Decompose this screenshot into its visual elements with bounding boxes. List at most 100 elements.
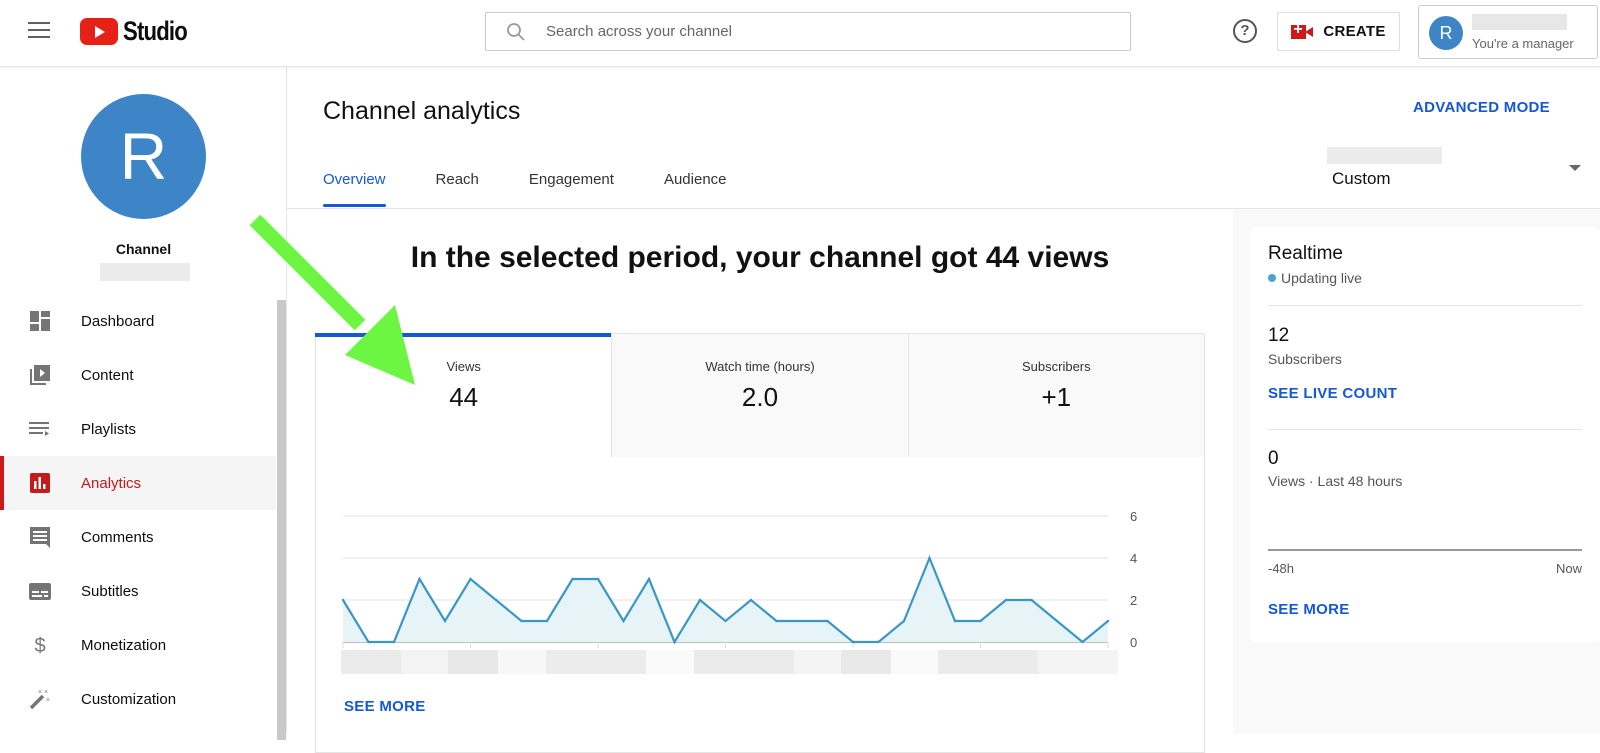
search-icon xyxy=(507,22,525,41)
youtube-logo-icon xyxy=(80,18,118,45)
x-label-redacted xyxy=(841,650,891,674)
divider xyxy=(1268,305,1582,306)
x-label-redacted xyxy=(498,650,548,674)
menu-icon[interactable] xyxy=(28,22,50,40)
realtime-status-text: Updating live xyxy=(1281,270,1362,286)
date-range-dropdown[interactable]: Custom xyxy=(1327,147,1587,195)
data-point xyxy=(494,598,498,602)
data-point xyxy=(520,619,523,623)
sidebar-item-label: Dashboard xyxy=(81,312,155,330)
data-point xyxy=(979,619,982,623)
data-point xyxy=(622,619,625,623)
data-point xyxy=(673,640,676,644)
data-point xyxy=(953,619,957,623)
sidebar-item-customization[interactable]: × × × Customization xyxy=(0,672,276,726)
x-label-redacted xyxy=(341,650,401,674)
sidebar-item-label: Monetization xyxy=(81,636,167,654)
metric-value: +1 xyxy=(1041,382,1072,412)
create-label: CREATE xyxy=(1323,23,1386,40)
subtitles-icon xyxy=(29,580,51,602)
data-point xyxy=(1055,619,1059,623)
data-point xyxy=(392,640,396,644)
see-more-button[interactable]: SEE MORE xyxy=(344,698,426,715)
data-point xyxy=(826,619,829,623)
tab-engagement[interactable]: Engagement xyxy=(529,167,614,207)
account-button[interactable]: R You're a manager xyxy=(1418,5,1598,59)
analytics-icon xyxy=(29,472,51,494)
data-point xyxy=(367,640,370,644)
data-point xyxy=(1030,598,1033,602)
sidebar-item-analytics[interactable]: Analytics xyxy=(0,456,276,510)
data-point xyxy=(647,577,651,581)
account-avatar: R xyxy=(1429,16,1463,50)
search-input[interactable] xyxy=(546,23,1106,40)
data-point xyxy=(902,619,906,623)
data-point xyxy=(698,598,702,602)
sidebar-item-label: Customization xyxy=(81,690,177,708)
see-live-count-link[interactable]: SEE LIVE COUNT xyxy=(1268,385,1397,402)
account-name-redacted xyxy=(1472,14,1567,30)
create-button[interactable]: CREATE xyxy=(1277,12,1400,51)
metric-views[interactable]: Views 44 xyxy=(314,333,613,457)
sidebar-item-label: Comments xyxy=(81,528,154,546)
dollar-icon: $ xyxy=(29,634,51,656)
realtime-status: Updating live xyxy=(1268,270,1362,286)
y-tick-label: 2 xyxy=(1130,593,1137,608)
live-dot-icon xyxy=(1268,274,1276,282)
data-point xyxy=(749,598,753,602)
svg-text:× ×: × × xyxy=(38,689,48,696)
realtime-views-label: Views · Last 48 hours xyxy=(1268,473,1403,489)
date-range-value: Custom xyxy=(1332,169,1391,188)
data-point xyxy=(469,577,472,581)
sidebar-item-content[interactable]: Content xyxy=(0,348,276,402)
sidebar-item-monetization[interactable]: $ Monetization xyxy=(0,618,276,672)
metric-value: 2.0 xyxy=(741,382,779,412)
data-point xyxy=(1081,640,1084,644)
sidebar-scrollbar[interactable] xyxy=(277,300,286,740)
dashboard-icon xyxy=(29,310,51,332)
tab-reach[interactable]: Reach xyxy=(436,167,479,207)
data-point xyxy=(1004,598,1008,602)
data-point xyxy=(545,619,549,623)
studio-logo[interactable]: Studio xyxy=(80,16,201,47)
x-label-redacted xyxy=(891,650,941,674)
sidebar-item-playlists[interactable]: Playlists xyxy=(0,402,276,456)
advanced-mode-link[interactable]: ADVANCED MODE xyxy=(1413,99,1550,116)
y-tick-label: 0 xyxy=(1130,635,1137,650)
x-label-redacted xyxy=(794,650,844,674)
tab-audience[interactable]: Audience xyxy=(664,167,727,207)
realtime-views-value: 0 xyxy=(1268,448,1279,469)
realtime-axis-start: -48h xyxy=(1268,561,1295,576)
top-bar: Studio ? CREATE R You're a manager xyxy=(0,0,1600,67)
channel-name-redacted xyxy=(100,263,190,281)
realtime-card: Realtime Updating live 12 Subscribers SE… xyxy=(1250,227,1600,642)
metric-tabs: Views 44 Watch time (hours) 2.0 Subscrib… xyxy=(314,333,1204,457)
period-headline: In the selected period, your channel got… xyxy=(410,241,1110,274)
data-point xyxy=(775,619,778,623)
y-tick-label: 6 xyxy=(1130,509,1137,524)
x-label-redacted xyxy=(694,650,794,674)
channel-avatar[interactable]: R xyxy=(81,94,206,219)
sidebar-item-subtitles[interactable]: Subtitles xyxy=(0,564,276,618)
metric-subscribers[interactable]: Subscribers +1 xyxy=(908,334,1204,457)
metric-watch-time[interactable]: Watch time (hours) 2.0 xyxy=(612,334,909,457)
x-label-redacted xyxy=(1038,650,1118,674)
realtime-see-more-link[interactable]: SEE MORE xyxy=(1268,601,1350,618)
dropdown-caret-icon xyxy=(1569,165,1581,171)
data-point xyxy=(341,598,345,602)
search-bar[interactable] xyxy=(485,12,1131,51)
metric-label: Subscribers xyxy=(1022,359,1091,374)
data-point xyxy=(443,619,447,623)
data-point xyxy=(418,577,421,581)
sidebar-item-dashboard[interactable]: Dashboard xyxy=(0,294,276,348)
data-point xyxy=(800,619,804,623)
metric-value: 44 xyxy=(449,382,479,412)
divider xyxy=(1268,429,1582,430)
help-icon[interactable]: ? xyxy=(1233,19,1257,43)
data-point xyxy=(851,640,855,644)
sidebar-item-comments[interactable]: Comments xyxy=(0,510,276,564)
logo-text: Studio xyxy=(123,16,188,46)
data-point xyxy=(571,577,574,581)
tab-overview[interactable]: Overview xyxy=(323,167,386,207)
sidebar: R Channel Dashboard Content Playlists An… xyxy=(0,67,287,740)
